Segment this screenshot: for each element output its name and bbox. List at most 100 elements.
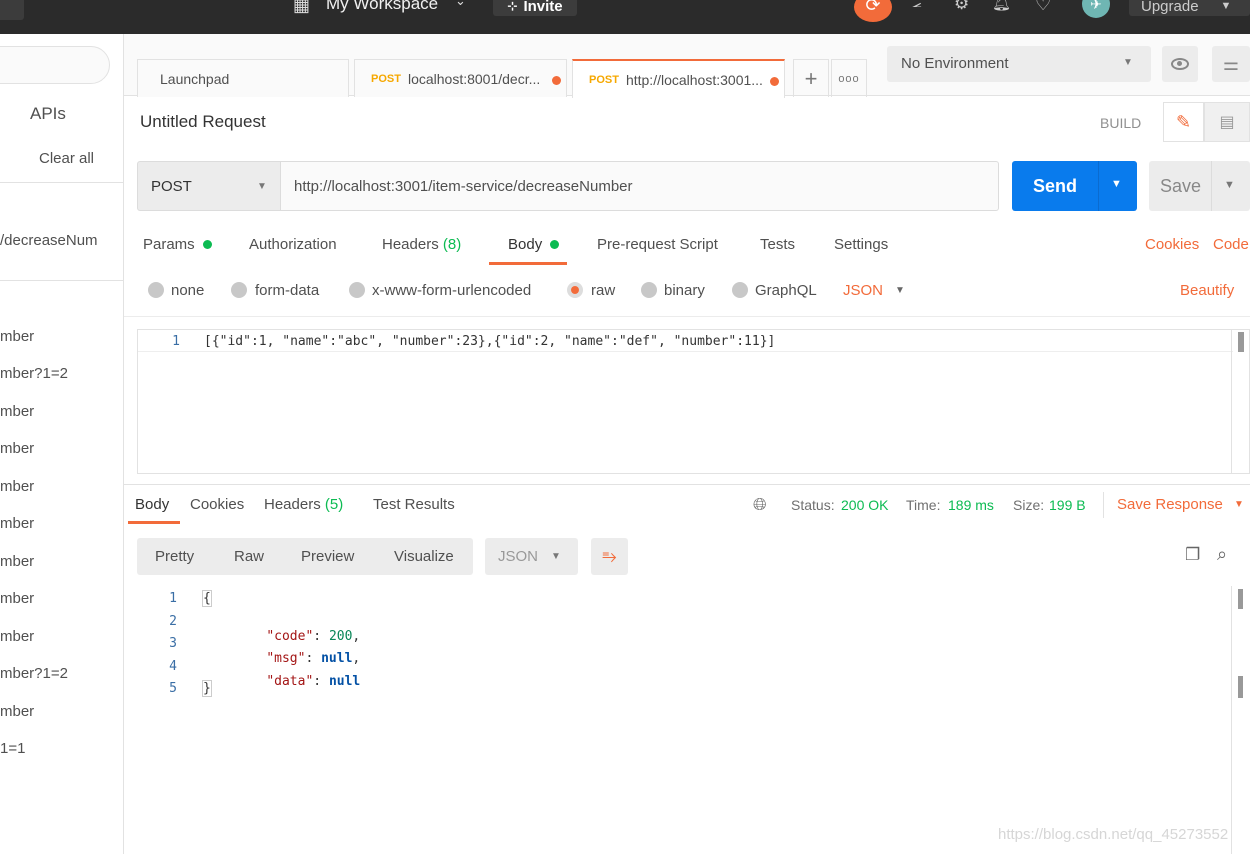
environment-quick-look-button[interactable]	[1162, 46, 1198, 82]
scrollbar-thumb[interactable]	[1238, 589, 1243, 609]
history-item[interactable]: mber	[0, 553, 34, 570]
method-select[interactable]: POST ▼	[137, 161, 281, 211]
sidebar-search-input[interactable]	[0, 46, 110, 84]
radio-form-data-label: form-data	[255, 282, 320, 299]
tab-method: POST	[589, 73, 619, 86]
response-tab-cookies[interactable]: Cookies	[190, 496, 244, 513]
comment-icon: ▤	[1219, 114, 1235, 131]
history-item[interactable]: 1=1	[0, 740, 25, 757]
response-tab-test-results[interactable]: Test Results	[373, 496, 455, 513]
tab-authorization[interactable]: Authorization	[249, 236, 337, 253]
edit-mode-button[interactable]: ✎	[1163, 102, 1204, 142]
status-label: Status:	[791, 497, 835, 513]
history-item[interactable]: mber	[0, 515, 34, 532]
response-tab-headers[interactable]: Headers (5)	[264, 496, 343, 513]
view-preview-button[interactable]: Preview	[301, 548, 354, 565]
view-visualize-button[interactable]: Visualize	[394, 548, 454, 565]
save-button[interactable]: Save ▼	[1149, 161, 1250, 211]
history-item[interactable]: mber	[0, 328, 34, 345]
cookies-link[interactable]: Cookies	[1145, 236, 1199, 253]
new-tab-button[interactable]: +	[793, 59, 829, 97]
tab-body-label: Body	[508, 236, 543, 253]
send-options-chevron-icon[interactable]: ▼	[1111, 178, 1122, 190]
workspace-name[interactable]: My Workspace	[326, 0, 438, 14]
tab-tests[interactable]: Tests	[760, 236, 795, 253]
bell-icon[interactable]: 🔔︎	[992, 0, 1011, 12]
comments-button[interactable]: ▤	[1204, 102, 1250, 142]
more-tabs-button[interactable]: ooo	[831, 59, 867, 97]
save-options-chevron-icon[interactable]: ▼	[1224, 179, 1235, 191]
active-tab-indicator	[489, 262, 567, 265]
scrollbar-thumb[interactable]	[1238, 676, 1243, 698]
tab-headers[interactable]: Headers (8)	[382, 236, 461, 253]
radio-binary[interactable]	[641, 282, 657, 298]
radio-urlencoded[interactable]	[349, 282, 365, 298]
upgrade-button[interactable]: Upgrade ▼	[1129, 0, 1250, 16]
history-item[interactable]: mber	[0, 703, 34, 720]
sidebar-tab-apis[interactable]: APIs	[30, 104, 66, 124]
radio-none[interactable]	[148, 282, 164, 298]
manage-environments-button[interactable]: ⚌	[1212, 46, 1250, 82]
time-value[interactable]: 189 ms	[948, 497, 994, 513]
satellite-icon[interactable]: ⦟	[912, 0, 922, 12]
response-body-viewer[interactable]: 1 2 3 4 5 { "code": 200, "msg": null, "d…	[137, 586, 1250, 854]
wrap-lines-button[interactable]: ⥱	[591, 538, 628, 575]
response-format-select[interactable]: JSON ▼	[485, 538, 578, 575]
history-item[interactable]: mber?1=2	[0, 365, 68, 382]
history-item[interactable]: mber	[0, 440, 34, 457]
search-icon[interactable]: ⌕	[1217, 544, 1227, 565]
clear-all-button[interactable]: Clear all	[39, 150, 94, 167]
view-pretty-button[interactable]: Pretty	[155, 548, 194, 565]
sync-icon[interactable]: ⟳	[854, 0, 892, 22]
chevron-down-icon[interactable]: ▼	[1234, 499, 1244, 510]
url-text: http://localhost:3001/item-service/decre…	[294, 178, 633, 195]
history-item[interactable]: mber	[0, 478, 34, 495]
editor-scrollbar[interactable]	[1231, 330, 1232, 473]
body-format-select[interactable]: JSON	[843, 282, 883, 299]
radio-binary-label: binary	[664, 282, 705, 299]
size-value[interactable]: 199 B	[1049, 497, 1086, 513]
send-button[interactable]: Send ▼	[1012, 161, 1137, 211]
tab-prerequest-script[interactable]: Pre-request Script	[597, 236, 718, 253]
history-item[interactable]: mber	[0, 590, 34, 607]
view-raw-button[interactable]: Raw	[234, 548, 264, 565]
url-input[interactable]: http://localhost:3001/item-service/decre…	[280, 161, 999, 211]
scrollbar-thumb[interactable]	[1238, 332, 1244, 352]
chevron-down-icon[interactable]: ⌄	[455, 0, 466, 9]
status-dot-icon	[550, 240, 560, 249]
history-item[interactable]: /decreaseNum	[0, 232, 98, 249]
invite-button[interactable]: ⊹ Invite	[493, 0, 577, 16]
radio-raw[interactable]	[567, 282, 583, 298]
tab-request-2[interactable]: POST http://localhost:3001...	[572, 59, 785, 98]
code-link[interactable]: Code	[1213, 236, 1249, 253]
response-scrollbar[interactable]	[1231, 586, 1232, 854]
copy-icon[interactable]: ❐	[1185, 545, 1200, 565]
tab-label: localhost:8001/decr...	[407, 70, 541, 87]
radio-form-data[interactable]	[231, 282, 247, 298]
request-title[interactable]: Untitled Request	[140, 112, 266, 132]
history-item[interactable]: mber	[0, 403, 34, 420]
invite-label: Invite	[523, 0, 563, 15]
history-item[interactable]: mber?1=2	[0, 665, 68, 682]
request-body-editor[interactable]: 1 [{"id":1, "name":"abc", "number":23},{…	[137, 329, 1250, 474]
tab-body[interactable]: Body	[508, 236, 560, 253]
status-value[interactable]: 200 OK	[841, 497, 888, 513]
save-response-button[interactable]: Save Response	[1117, 496, 1223, 513]
heart-icon[interactable]: ♡	[1035, 0, 1051, 15]
watermark: https://blog.csdn.net/qq_45273552	[998, 826, 1229, 843]
tab-launchpad[interactable]: Launchpad	[137, 59, 349, 97]
gear-icon[interactable]: ⚙	[954, 0, 969, 14]
globe-icon[interactable]: 🌐︎	[753, 495, 767, 515]
beautify-link[interactable]: Beautify	[1180, 282, 1234, 299]
response-tab-body[interactable]: Body	[135, 496, 169, 513]
environment-select[interactable]: No Environment ▼	[887, 46, 1151, 82]
tab-method: POST	[371, 72, 401, 85]
tab-request-1[interactable]: POST localhost:8001/decr...	[354, 59, 567, 97]
tab-params[interactable]: Params	[143, 236, 212, 253]
back-button[interactable]	[0, 0, 24, 20]
radio-graphql[interactable]	[732, 282, 748, 298]
history-item[interactable]: mber	[0, 628, 34, 645]
chevron-down-icon[interactable]: ▼	[895, 285, 905, 296]
tab-settings[interactable]: Settings	[834, 236, 888, 253]
avatar[interactable]: ✈	[1082, 0, 1110, 18]
